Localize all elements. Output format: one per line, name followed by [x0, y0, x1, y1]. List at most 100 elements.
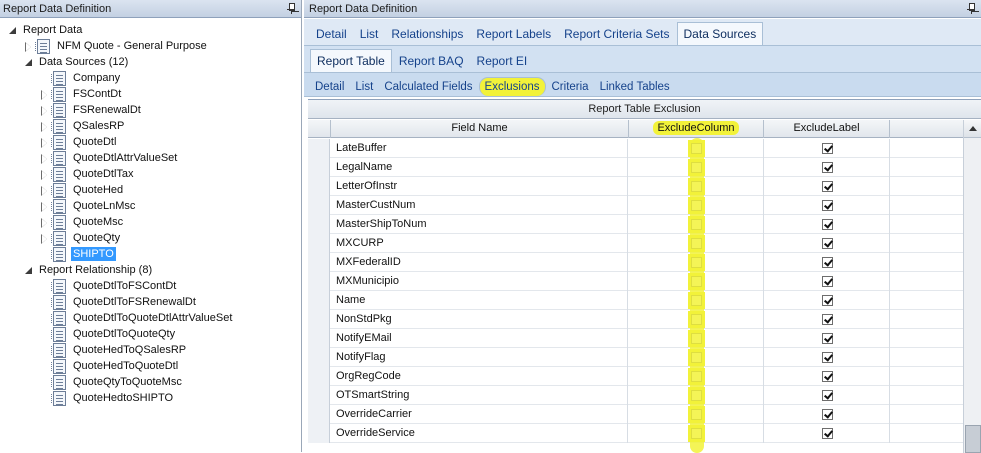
column-header-exclude-label[interactable]: ExcludeLabel [764, 120, 890, 138]
exclude-label-checkbox[interactable] [822, 276, 833, 287]
field-name-cell[interactable]: MasterShipToNum [331, 215, 628, 234]
exclude-label-checkbox[interactable] [822, 352, 833, 363]
collapse-arrow-icon[interactable] [40, 137, 49, 148]
column-header-field-name[interactable]: Field Name [331, 120, 629, 138]
tab-detail[interactable]: Detail [310, 23, 353, 45]
collapse-arrow-icon[interactable] [40, 201, 49, 212]
tab-report-criteria-sets[interactable]: Report Criteria Sets [558, 23, 675, 45]
table-row[interactable]: OrgRegCode [308, 367, 963, 386]
tab-data-sources[interactable]: Data Sources [676, 22, 764, 45]
tab-exclusions[interactable]: Exclusions [478, 77, 546, 96]
scroll-up-icon[interactable] [964, 120, 981, 138]
tree-node-data-source[interactable]: QuoteQty [40, 230, 122, 246]
table-row[interactable]: NotifyFlag [308, 348, 963, 367]
tree-node-data-source[interactable]: Company [40, 70, 122, 86]
exclude-label-checkbox[interactable] [822, 200, 833, 211]
tree-node-data-source[interactable]: QSalesRP [40, 118, 126, 134]
field-name-cell[interactable]: NonStdPkg [331, 310, 628, 329]
collapse-arrow-icon[interactable] [40, 233, 49, 244]
row-selector[interactable] [308, 177, 330, 196]
row-selector[interactable] [308, 291, 330, 310]
field-name-cell[interactable]: OverrideCarrier [331, 405, 628, 424]
tab-list[interactable]: List [354, 23, 385, 45]
row-selector[interactable] [308, 253, 330, 272]
row-selector[interactable] [308, 310, 330, 329]
tab-report-baq[interactable]: Report BAQ [393, 50, 470, 72]
tree-node-data-source[interactable]: QuoteMsc [40, 214, 125, 230]
table-row[interactable]: OTSmartString [308, 386, 963, 405]
row-selector[interactable] [308, 234, 330, 253]
row-selector[interactable] [308, 196, 330, 215]
tab-relationships[interactable]: Relationships [385, 23, 469, 45]
collapse-arrow-icon[interactable] [40, 185, 49, 196]
field-name-cell[interactable]: LetterOfInstr [331, 177, 628, 196]
tree-node-relationship[interactable]: QuoteHedToQuoteDtl [40, 358, 180, 374]
table-row[interactable]: LegalName [308, 158, 963, 177]
tab-calculated-fields[interactable]: Calculated Fields [379, 78, 477, 96]
field-name-cell[interactable]: OrgRegCode [331, 367, 628, 386]
collapse-arrow-icon[interactable] [40, 121, 49, 132]
tree-node-report-relationship[interactable]: Report Relationship (8) [24, 262, 154, 278]
tab-detail[interactable]: Detail [310, 78, 349, 96]
tree-root[interactable]: Report Data [8, 22, 84, 38]
tab-report-table[interactable]: Report Table [310, 49, 392, 72]
tab-report-ei[interactable]: Report EI [471, 50, 534, 72]
row-selector[interactable] [308, 139, 330, 158]
exclude-label-checkbox[interactable] [822, 390, 833, 401]
exclude-label-checkbox[interactable] [822, 257, 833, 268]
exclude-label-checkbox[interactable] [822, 295, 833, 306]
tree-node-data-source[interactable]: SHIPTO [40, 246, 116, 262]
field-name-cell[interactable]: NotifyEMail [331, 329, 628, 348]
exclude-label-checkbox[interactable] [822, 314, 833, 325]
field-name-cell[interactable]: MXFederalID [331, 253, 628, 272]
tree-node-relationship[interactable]: QuoteHedToQSalesRP [40, 342, 188, 358]
tab-report-labels[interactable]: Report Labels [470, 23, 557, 45]
exclude-label-checkbox[interactable] [822, 371, 833, 382]
tree-node-relationship[interactable]: QuoteDtlToFSContDt [40, 278, 178, 294]
table-row[interactable]: NotifyEMail [308, 329, 963, 348]
row-selector[interactable] [308, 367, 330, 386]
table-row[interactable]: MasterShipToNum [308, 215, 963, 234]
row-selector[interactable] [308, 329, 330, 348]
field-name-cell[interactable]: OverrideService [331, 424, 628, 443]
row-selector[interactable] [308, 215, 330, 234]
table-row[interactable]: MXFederalID [308, 253, 963, 272]
tab-linked-tables[interactable]: Linked Tables [595, 78, 675, 96]
field-name-cell[interactable]: MasterCustNum [331, 196, 628, 215]
table-row[interactable]: LetterOfInstr [308, 177, 963, 196]
exclude-label-checkbox[interactable] [822, 409, 833, 420]
table-row[interactable]: MasterCustNum [308, 196, 963, 215]
scroll-thumb[interactable] [965, 425, 981, 453]
table-row[interactable]: NonStdPkg [308, 310, 963, 329]
exclude-label-checkbox[interactable] [822, 143, 833, 154]
pin-icon[interactable] [287, 3, 295, 14]
exclude-label-checkbox[interactable] [822, 238, 833, 249]
tree-node-data-source[interactable]: QuoteDtlTax [40, 166, 136, 182]
exclude-label-checkbox[interactable] [822, 181, 833, 192]
tree-node-relationship[interactable]: QuoteQtyToQuoteMsc [40, 374, 184, 390]
row-selector[interactable] [308, 424, 330, 443]
expand-arrow-icon[interactable] [8, 26, 17, 35]
tree-node-relationship[interactable]: QuoteDtlToQuoteDtlAttrValueSet [40, 310, 234, 326]
row-selector[interactable] [308, 348, 330, 367]
table-row[interactable]: OverrideService [308, 424, 963, 443]
tree-node-data-source[interactable]: QuoteHed [40, 182, 125, 198]
tree-node-nfm-quote[interactable]: NFM Quote - General Purpose [24, 38, 209, 54]
tab-criteria[interactable]: Criteria [547, 78, 594, 96]
field-name-cell[interactable]: NotifyFlag [331, 348, 628, 367]
vertical-scrollbar[interactable] [963, 120, 981, 453]
collapse-arrow-icon[interactable] [40, 153, 49, 164]
tree-node-data-sources[interactable]: Data Sources (12) [24, 54, 130, 70]
field-name-cell[interactable]: LegalName [331, 158, 628, 177]
tree-node-data-source[interactable]: QuoteDtl [40, 134, 118, 150]
tree-node-data-source[interactable]: QuoteLnMsc [40, 198, 137, 214]
field-name-cell[interactable]: LateBuffer [331, 139, 628, 158]
exclude-label-checkbox[interactable] [822, 333, 833, 344]
table-row[interactable]: MXCURP [308, 234, 963, 253]
collapse-arrow-icon[interactable] [40, 89, 49, 100]
field-name-cell[interactable]: MXCURP [331, 234, 628, 253]
collapse-arrow-icon[interactable] [24, 41, 33, 52]
pin-icon[interactable] [967, 3, 975, 14]
collapse-arrow-icon[interactable] [40, 105, 49, 116]
tree-node-data-source[interactable]: FSRenewalDt [40, 102, 143, 118]
